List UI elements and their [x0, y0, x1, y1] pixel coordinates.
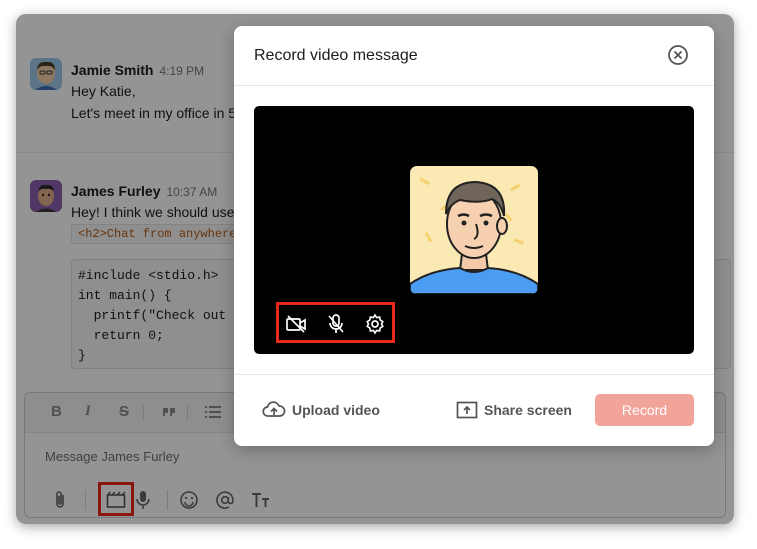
- video-preview: [254, 106, 694, 354]
- share-screen-button[interactable]: Share screen: [456, 394, 572, 426]
- camera-off-icon[interactable]: [285, 313, 307, 335]
- record-button[interactable]: Record: [595, 394, 694, 426]
- share-screen-icon: [456, 401, 478, 419]
- modal-title: Record video message: [254, 47, 418, 64]
- share-screen-label: Share screen: [484, 402, 572, 418]
- settings-icon[interactable]: [364, 313, 386, 335]
- video-controls-highlight: [276, 302, 395, 343]
- cloud-upload-icon: [262, 401, 286, 417]
- mic-off-icon[interactable]: [325, 313, 347, 335]
- record-video-modal: Record video message Upload video Share …: [234, 26, 714, 446]
- divider: [234, 374, 714, 375]
- user-avatar: [410, 166, 538, 294]
- divider: [234, 85, 714, 86]
- upload-video-label: Upload video: [292, 402, 380, 418]
- close-icon[interactable]: [667, 44, 689, 66]
- upload-video-button[interactable]: Upload video: [262, 394, 380, 426]
